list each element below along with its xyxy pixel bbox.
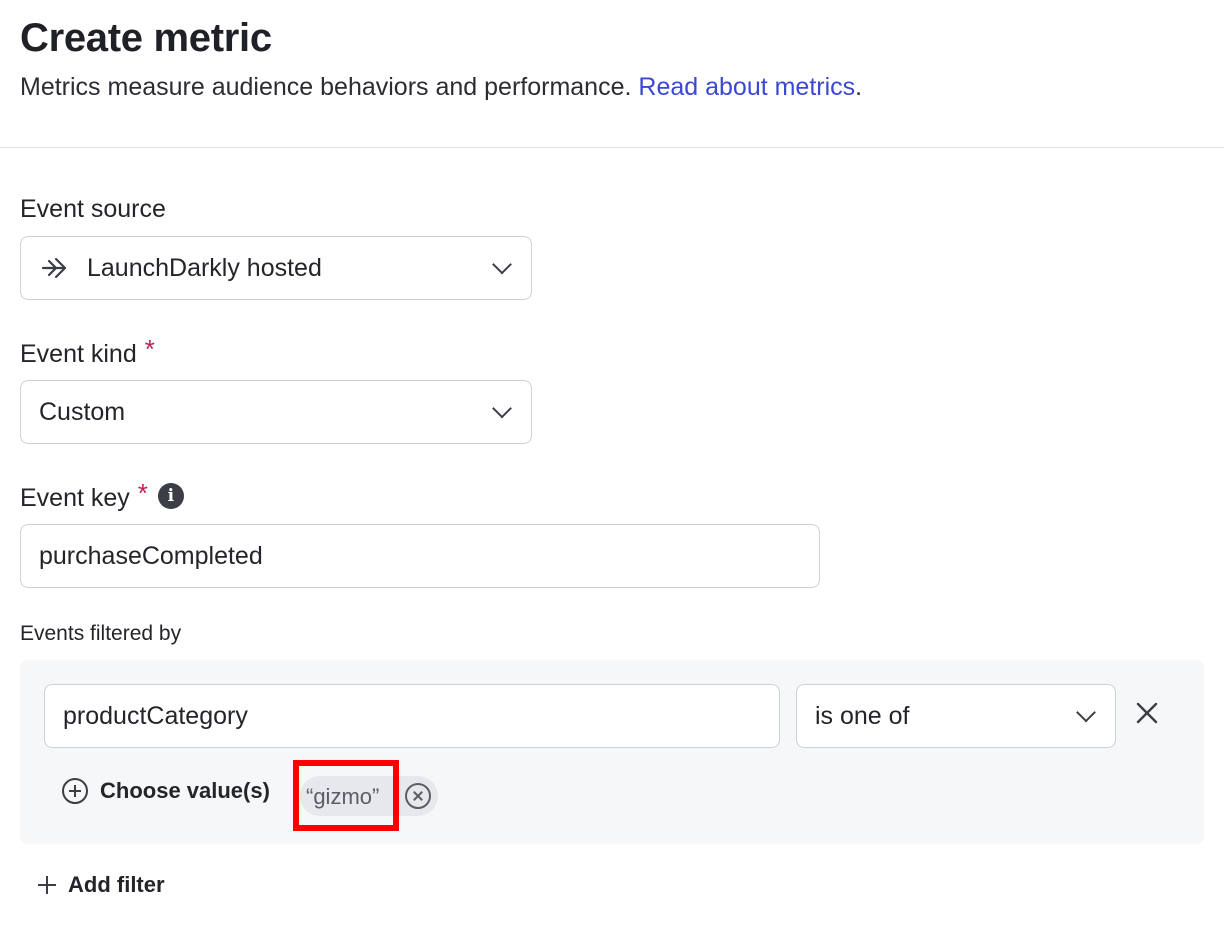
page-title: Create metric [20,16,272,60]
launchdarkly-arrow-icon [41,257,67,279]
choose-values-label: Choose value(s) [100,778,270,803]
plus-icon [38,876,56,894]
event-kind-value: Custom [39,397,126,426]
event-source-label: Event source [20,194,166,224]
add-filter-label: Add filter [68,872,165,897]
remove-value-icon[interactable] [405,783,431,809]
filter-attribute-input[interactable]: productCategory [44,684,780,748]
filter-attribute-value: productCategory [63,701,248,730]
event-source-select[interactable]: LaunchDarkly hosted [20,236,532,300]
highlight-box [293,760,399,831]
page-subtitle: Metrics measure audience behaviors and p… [20,70,862,104]
chevron-down-icon [1076,702,1096,723]
event-key-input[interactable]: purchaseCompleted [20,524,820,588]
event-kind-label-text: Event kind [20,340,137,368]
event-key-label-text: Event key [20,484,130,512]
filter-operator-select[interactable]: is one of [796,684,1116,748]
add-filter-button[interactable]: Add filter [38,872,165,898]
event-kind-select[interactable]: Custom [20,380,532,444]
close-icon[interactable] [1132,698,1162,728]
required-asterisk: * [137,478,148,508]
event-source-label-text: Event source [20,195,166,223]
event-key-label: Event key * i [20,478,184,513]
subtitle-period: . [855,73,863,101]
plus-circle-icon [62,778,88,804]
page-header: Create metric Metrics measure audience b… [0,0,1224,148]
events-filtered-by-label: Events filtered by [20,622,182,645]
filter-operator-value: is one of [815,701,910,730]
event-source-value: LaunchDarkly hosted [87,253,322,282]
event-key-value: purchaseCompleted [39,541,263,570]
required-asterisk: * [144,334,155,364]
event-kind-label: Event kind * [20,334,155,369]
chevron-down-icon [492,254,512,275]
filter-row: productCategory is one of Choose value(s… [20,660,1204,844]
chevron-down-icon [492,398,512,419]
info-icon[interactable]: i [157,483,184,510]
subtitle-text: Metrics measure audience behaviors and p… [20,73,632,101]
read-about-metrics-link[interactable]: Read about metrics [638,73,855,101]
choose-values-button[interactable]: Choose value(s) [62,778,270,804]
